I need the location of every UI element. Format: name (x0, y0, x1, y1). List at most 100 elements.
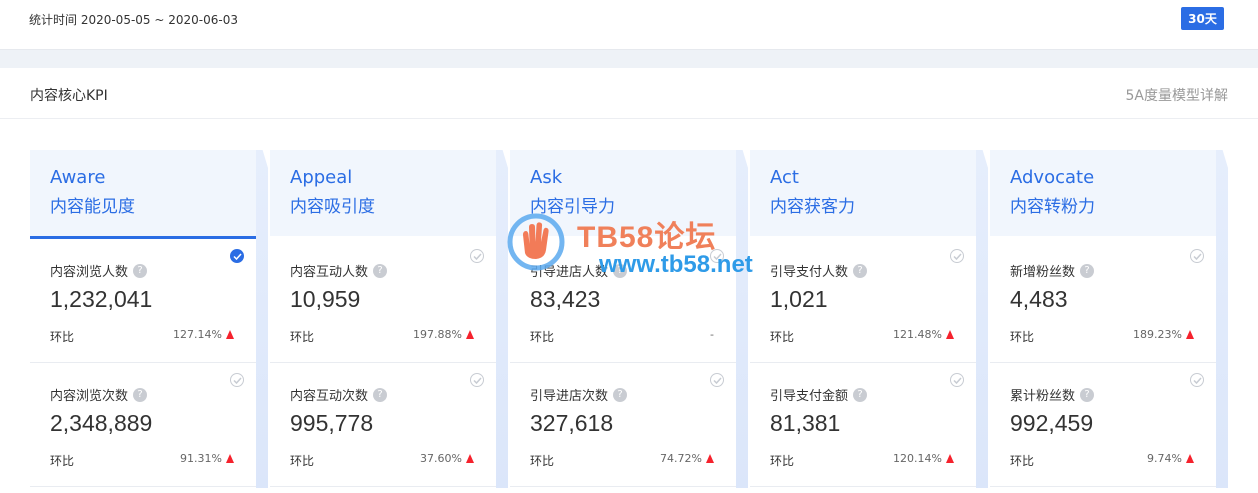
comparison-label: 环比 (290, 330, 315, 344)
metric-label-row: 引导支付金额? (770, 385, 868, 404)
column-header[interactable]: Advocate 内容转粉力 (990, 150, 1216, 236)
metric-label-row: 内容浏览次数? (50, 385, 148, 404)
comparison-label: 环比 (50, 330, 75, 344)
check-selected-icon[interactable] (230, 249, 244, 263)
up-arrow-icon (466, 454, 474, 463)
comparison-value: - (710, 328, 714, 341)
comparison-percent: - (710, 328, 714, 341)
column-title-en: Act (770, 167, 799, 188)
comparison-percent: 91.31% (180, 452, 222, 465)
check-circle-icon[interactable] (710, 373, 724, 387)
kpi-column-advocate[interactable]: Advocate 内容转粉力 新增粉丝数? 4,483 环比 189.23% 累计粉丝数? 9… (990, 150, 1228, 488)
help-icon[interactable]: ? (1080, 387, 1095, 402)
check-circle-icon[interactable] (950, 373, 964, 387)
metric-card[interactable]: 内容互动次数? 995,778 环比 37.60% (270, 363, 496, 487)
comparison-value: 74.72% (660, 452, 714, 465)
panel-title: 内容核心KPI (30, 88, 108, 104)
help-icon[interactable]: ? (853, 263, 868, 278)
column-header[interactable]: Aware 内容能见度 (30, 150, 256, 236)
metric-label: 内容互动次数 (290, 389, 369, 404)
kpi-column-ask[interactable]: Ask 内容引导力 引导进店人数? 83,423 环比 - 引导进店次数? 327,618 环比… (510, 150, 748, 488)
help-icon[interactable]: ? (373, 263, 388, 278)
check-circle-icon[interactable] (950, 249, 964, 263)
column-title-cn: 内容转粉力 (1010, 197, 1095, 217)
metric-card[interactable]: 引导进店人数? 83,423 环比 - (510, 239, 736, 363)
column-header[interactable]: Act 内容获客力 (750, 150, 976, 236)
metric-label-row: 内容互动人数? (290, 261, 388, 280)
comparison-label: 环比 (1010, 454, 1035, 468)
metric-value: 83,423 (530, 286, 601, 312)
comparison-percent: 37.60% (420, 452, 462, 465)
comparison-percent: 120.14% (893, 452, 942, 465)
comparison-label: 环比 (770, 330, 795, 344)
help-icon[interactable]: ? (853, 387, 868, 402)
help-icon[interactable]: ? (613, 387, 628, 402)
comparison-value: 121.48% (893, 328, 954, 341)
comparison-label: 环比 (50, 454, 75, 468)
metric-card[interactable]: 引导支付金额? 81,381 环比 120.14% (750, 363, 976, 487)
check-circle-icon[interactable] (470, 373, 484, 387)
help-icon[interactable]: ? (133, 263, 148, 278)
metric-value: 2,348,889 (50, 410, 153, 436)
model-detail-link[interactable]: 5A度量模型详解 (1126, 85, 1228, 105)
column-title-cn: 内容能见度 (50, 197, 135, 217)
up-arrow-icon (466, 330, 474, 339)
comparison-value: 37.60% (420, 452, 474, 465)
date-range: 统计时间 2020-05-05 ~ 2020-06-03 (29, 13, 238, 27)
help-icon[interactable]: ? (373, 387, 388, 402)
metric-value: 10,959 (290, 286, 361, 312)
comparison-value: 91.31% (180, 452, 234, 465)
up-arrow-icon (226, 330, 234, 339)
check-circle-icon[interactable] (710, 249, 724, 263)
kpi-panel: 内容核心KPI 5A度量模型详解 Aware 内容能见度 内容浏览人数? 1,232,… (0, 68, 1258, 493)
metric-card[interactable]: 引导支付人数? 1,021 环比 121.48% (750, 239, 976, 363)
help-icon[interactable]: ? (613, 263, 628, 278)
up-arrow-icon (1186, 454, 1194, 463)
column-title-en: Advocate (1010, 167, 1095, 188)
column-fold (976, 150, 988, 488)
metric-value: 992,459 (1010, 410, 1094, 436)
metric-label-row: 累计粉丝数? (1010, 385, 1095, 404)
column-fold (256, 150, 268, 488)
comparison-value: 120.14% (893, 452, 954, 465)
comparison-percent: 189.23% (1133, 328, 1182, 341)
metric-label: 引导支付金额 (770, 389, 849, 404)
top-bar: 统计时间 2020-05-05 ~ 2020-06-03 30天 (0, 0, 1258, 42)
comparison-percent: 127.14% (173, 328, 222, 341)
check-circle-icon[interactable] (1190, 373, 1204, 387)
comparison-label: 环比 (530, 330, 555, 344)
panel-header: 内容核心KPI 5A度量模型详解 (0, 68, 1258, 119)
column-title-en: Ask (530, 167, 563, 188)
metric-card[interactable]: 内容互动人数? 10,959 环比 197.88% (270, 239, 496, 363)
column-header[interactable]: Appeal 内容吸引度 (270, 150, 496, 236)
metric-card[interactable]: 内容浏览次数? 2,348,889 环比 91.31% (30, 363, 256, 487)
metric-label: 引导支付人数 (770, 265, 849, 280)
period-30-days-button[interactable]: 30天 (1181, 7, 1224, 30)
check-circle-icon[interactable] (230, 373, 244, 387)
metric-card[interactable]: 内容浏览人数? 1,232,041 环比 127.14% (30, 239, 256, 363)
up-arrow-icon (706, 454, 714, 463)
metric-card[interactable]: 引导进店次数? 327,618 环比 74.72% (510, 363, 736, 487)
column-header[interactable]: Ask 内容引导力 (510, 150, 736, 236)
kpi-column-aware[interactable]: Aware 内容能见度 内容浏览人数? 1,232,041 环比 127.14% 内容浏览次… (30, 150, 268, 488)
comparison-label: 环比 (530, 454, 555, 468)
metric-label-row: 引导进店次数? (530, 385, 628, 404)
up-arrow-icon (226, 454, 234, 463)
metric-card[interactable]: 累计粉丝数? 992,459 环比 9.74% (990, 363, 1216, 487)
metric-label: 累计粉丝数 (1010, 389, 1076, 404)
comparison-label: 环比 (1010, 330, 1035, 344)
kpi-column-appeal[interactable]: Appeal 内容吸引度 内容互动人数? 10,959 环比 197.88% 内容互动次数?… (270, 150, 508, 488)
check-circle-icon[interactable] (470, 249, 484, 263)
metric-card[interactable]: 新增粉丝数? 4,483 环比 189.23% (990, 239, 1216, 363)
comparison-label: 环比 (290, 454, 315, 468)
kpi-column-act[interactable]: Act 内容获客力 引导支付人数? 1,021 环比 121.48% 引导支付金额? 81,3… (750, 150, 988, 488)
up-arrow-icon (946, 454, 954, 463)
metric-label: 引导进店次数 (530, 389, 609, 404)
help-icon[interactable]: ? (1080, 263, 1095, 278)
check-circle-icon[interactable] (1190, 249, 1204, 263)
comparison-label: 环比 (770, 454, 795, 468)
column-fold (1216, 150, 1228, 488)
metric-value: 81,381 (770, 410, 841, 436)
help-icon[interactable]: ? (133, 387, 148, 402)
metric-label-row: 引导进店人数? (530, 261, 628, 280)
